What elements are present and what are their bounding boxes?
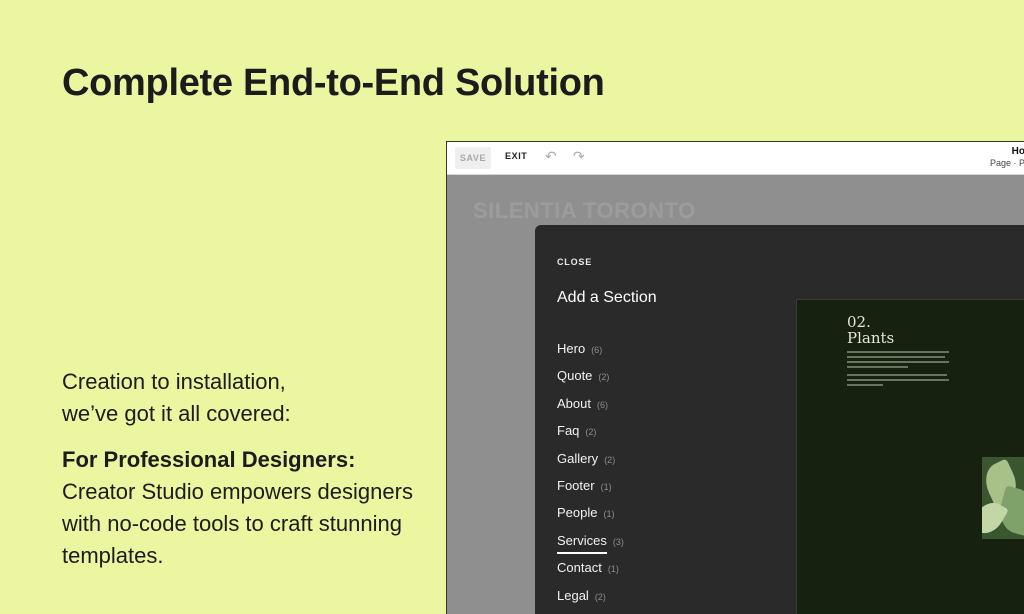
section-item-label: About <box>557 395 591 411</box>
section-item-label: Hero <box>557 341 586 356</box>
page-headline: Complete End-to-End Solution <box>62 62 605 104</box>
site-logo: SILENTIA TORONTO <box>473 198 696 223</box>
section-item-legal[interactable]: Legal (2) <box>557 588 624 614</box>
editor-window: SAVE EXIT ↶ ↷ Ho Page · P SILENTIA TORON… <box>446 141 1024 614</box>
section-item-label: Footer <box>557 477 595 493</box>
close-button[interactable]: CLOSE <box>557 257 592 267</box>
section-item-count: (2) <box>594 591 606 602</box>
preview-heading: Plants <box>847 329 895 347</box>
section-item-count: (1) <box>607 564 619 575</box>
intro-copy: Creation to installation, we’ve got it a… <box>62 366 422 586</box>
panel-title: Add a Section <box>557 289 657 306</box>
section-item-hero[interactable]: Hero (6) <box>557 341 624 368</box>
designers-body: Creator Studio empowers designers with n… <box>62 479 413 568</box>
section-item-about[interactable]: About (6) <box>557 396 624 423</box>
preview-placeholder-text <box>847 351 949 389</box>
section-item-gallery[interactable]: Gallery (2) <box>557 451 624 478</box>
placeholder-line <box>847 374 947 376</box>
placeholder-line <box>847 379 949 381</box>
section-item-count: (3) <box>612 536 624 547</box>
designers-paragraph: For Professional Designers: Creator Stud… <box>62 444 422 572</box>
section-item-label: Legal <box>557 587 589 603</box>
section-item-services[interactable]: Services (3) <box>557 533 624 560</box>
designers-heading: For Professional Designers: <box>62 447 356 472</box>
section-item-label: Gallery <box>557 450 599 466</box>
undo-icon[interactable]: ↶ <box>543 148 559 164</box>
placeholder-line <box>847 384 883 386</box>
section-item-people[interactable]: People (1) <box>557 505 624 532</box>
section-preview-card[interactable]: 02. Plants <box>796 299 1024 614</box>
placeholder-line <box>847 361 949 363</box>
editor-toolbar: SAVE EXIT ↶ ↷ Ho Page · P <box>447 142 1024 175</box>
section-item-label: Services <box>557 533 607 554</box>
intro-line-2: we’ve got it all covered: <box>62 401 291 426</box>
section-item-label: Contact <box>557 560 602 576</box>
redo-icon[interactable]: ↷ <box>571 148 587 164</box>
section-item-contact[interactable]: Contact (1) <box>557 560 624 587</box>
section-item-count: (6) <box>591 345 603 355</box>
section-item-label: People <box>557 505 598 521</box>
section-category-list: Hero (6) Quote (2) About (6) Faq (2) Gallery… <box>557 341 624 614</box>
exit-button[interactable]: EXIT <box>505 151 527 161</box>
section-item-faq[interactable]: Faq (2) <box>557 423 624 450</box>
page-title[interactable]: Ho <box>1012 146 1024 157</box>
plant-image <box>982 457 1024 539</box>
page-subtitle: Page · P <box>989 158 1024 168</box>
section-item-label: Quote <box>557 368 593 384</box>
placeholder-line <box>847 351 949 353</box>
section-item-count: (1) <box>603 509 615 520</box>
placeholder-line <box>847 366 909 368</box>
section-item-count: (2) <box>585 427 597 438</box>
save-button[interactable]: SAVE <box>455 147 491 169</box>
section-item-count: (1) <box>600 481 612 492</box>
section-item-footer[interactable]: Footer (1) <box>557 478 624 505</box>
placeholder-line <box>847 356 945 358</box>
section-item-count: (2) <box>604 454 616 465</box>
section-item-count: (6) <box>596 399 608 410</box>
intro-line-1: Creation to installation, <box>62 369 286 394</box>
section-item-count: (2) <box>598 372 610 383</box>
intro-paragraph: Creation to installation, we’ve got it a… <box>62 366 422 430</box>
add-section-panel: CLOSE Add a Section Hero (6) Quote (2) Abo… <box>535 225 1024 614</box>
section-item-quote[interactable]: Quote (2) <box>557 368 624 395</box>
section-item-label: Faq <box>557 423 580 439</box>
